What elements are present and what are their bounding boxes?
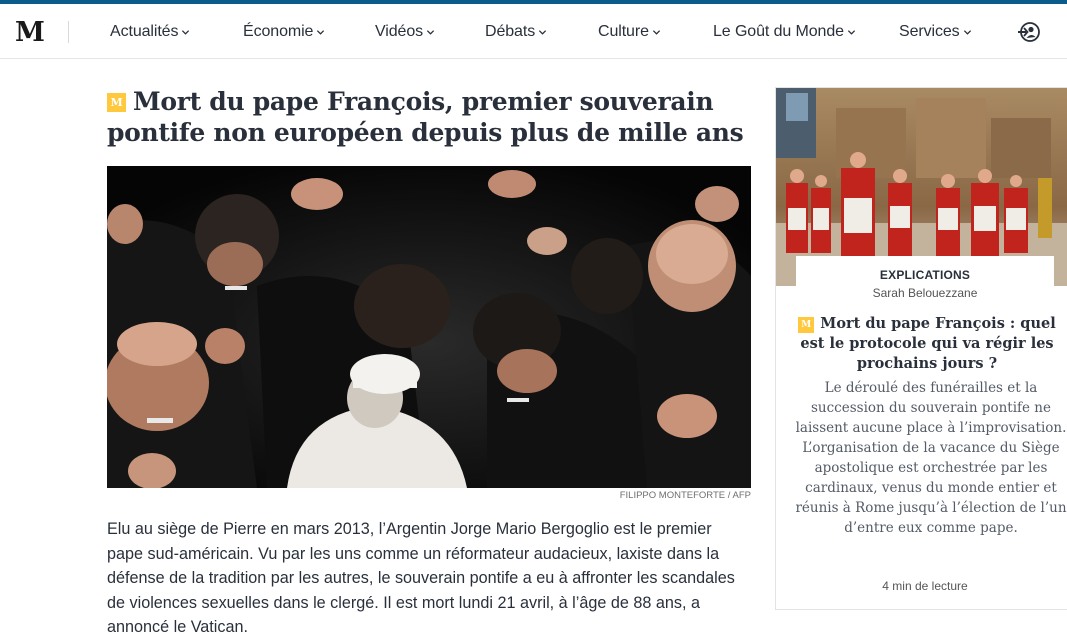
image-credit: FILIPPO MONTEFORTE / AFP xyxy=(619,490,751,501)
chevron-down-icon xyxy=(963,29,971,35)
nav-item-label: Le Goût du Monde xyxy=(713,23,844,40)
le-monde-logo[interactable]: M xyxy=(14,16,46,46)
card-author[interactable]: Sarah Belouezzane xyxy=(776,286,1067,300)
article-lead: Elu au siège de Pierre en mars 2013, l’A… xyxy=(107,520,735,634)
chevron-down-icon xyxy=(426,29,435,35)
chevron-down-icon xyxy=(182,29,190,35)
nav-item-services[interactable]: Services xyxy=(899,21,972,43)
le-monde-m-badge-icon: M xyxy=(107,93,126,112)
nav-item-gout-du-monde[interactable]: Le Goût du Monde xyxy=(713,21,856,43)
nav-item-economie[interactable]: Économie xyxy=(243,21,325,43)
nav-item-label: Culture xyxy=(598,23,649,40)
nav-item-videos[interactable]: Vidéos xyxy=(375,21,435,43)
article-title[interactable]: M Mort du pape François, premier souverai… xyxy=(107,86,747,148)
card-description: Le déroulé des funérailles et la success… xyxy=(795,380,1067,536)
nav-divider xyxy=(68,21,69,43)
article-hero-image[interactable] xyxy=(107,166,751,488)
chevron-down-icon xyxy=(539,29,547,35)
card-title[interactable]: M Mort du pape François : quel est le pro… xyxy=(794,314,1060,374)
nav-item-label: Vidéos xyxy=(375,23,424,40)
article-title-text: Mort du pape François, premier souverain… xyxy=(107,87,744,147)
main-navigation: M Actualités Économie Vidéos Débats Cult… xyxy=(0,4,1067,59)
nav-item-label: Actualités xyxy=(110,23,179,40)
nav-item-culture[interactable]: Culture xyxy=(598,21,661,43)
card-kicker: EXPLICATIONS xyxy=(879,268,971,282)
related-article-card[interactable]: EXPLICATIONS Sarah Belouezzane M Mort du … xyxy=(775,87,1067,610)
logo-glyph: M xyxy=(15,17,45,45)
chevron-down-icon xyxy=(847,29,856,35)
le-monde-m-badge-icon: M xyxy=(798,317,815,333)
card-title-text: Mort du pape François : quel est le prot… xyxy=(800,315,1056,372)
login-icon[interactable] xyxy=(1017,20,1041,44)
nav-item-label: Débats xyxy=(485,23,536,40)
nav-item-label: Économie xyxy=(243,23,314,40)
chevron-down-icon xyxy=(317,29,325,35)
chevron-down-icon xyxy=(652,29,660,35)
nav-item-label: Services xyxy=(899,23,960,40)
nav-item-debats[interactable]: Débats xyxy=(485,21,547,43)
nav-item-actualites[interactable]: Actualités xyxy=(110,21,190,43)
card-reading-time: 4 min de lecture xyxy=(882,579,968,593)
